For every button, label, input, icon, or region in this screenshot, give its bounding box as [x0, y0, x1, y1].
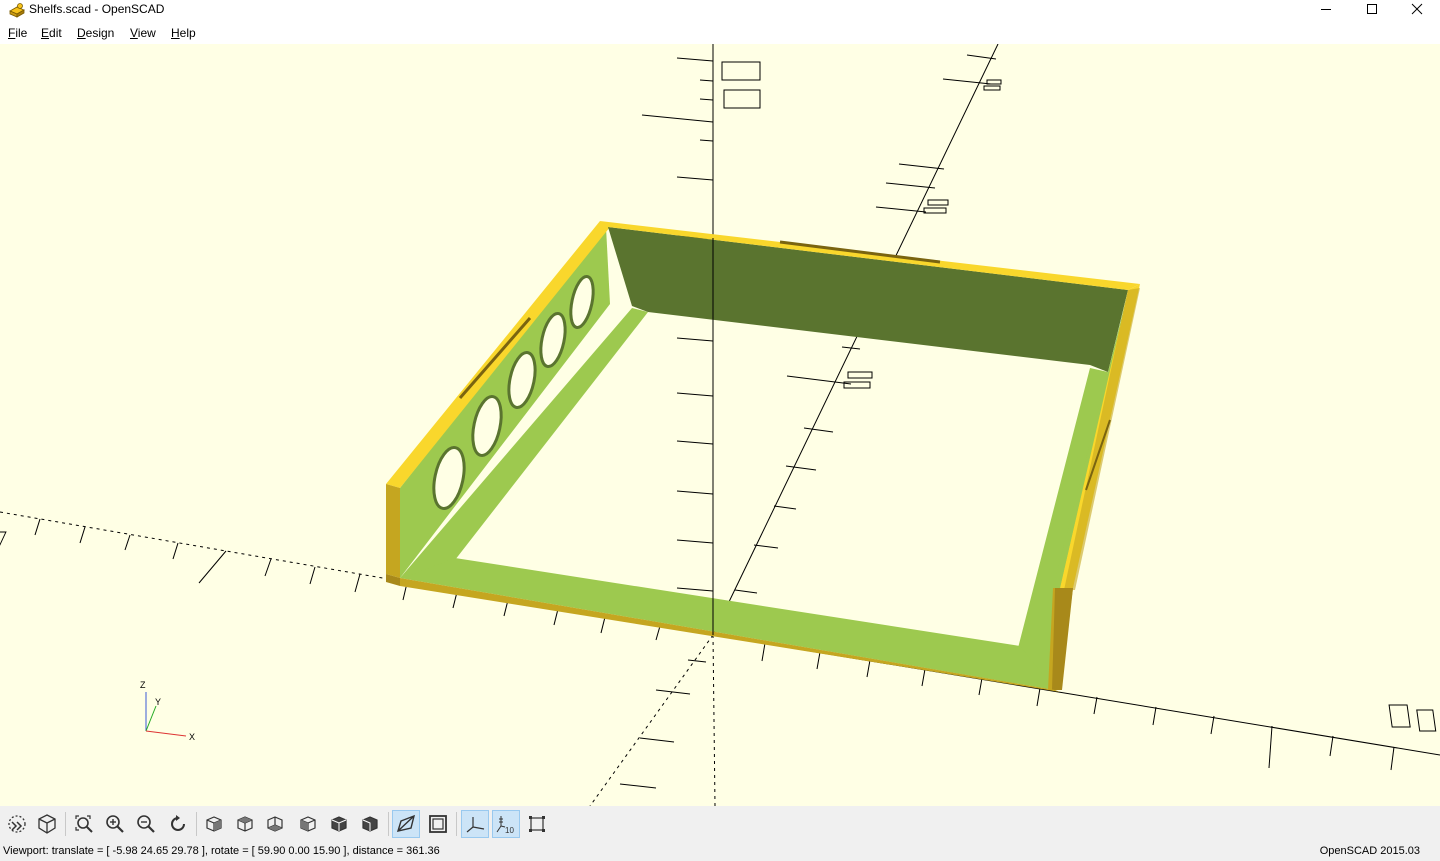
3d-viewport[interactable]: Z Y X [0, 44, 1440, 806]
show-edges-button[interactable] [523, 810, 551, 838]
view-back-icon [362, 816, 378, 832]
orthogonal-icon [429, 815, 447, 833]
axes-icon [466, 817, 485, 833]
toolbar-separator [388, 812, 389, 836]
axis-lines [0, 44, 1440, 806]
menu-help[interactable]: Help [171, 26, 196, 41]
view-right-button[interactable] [200, 810, 228, 838]
view-toolbar: 10 [0, 806, 1440, 842]
toolbar-separator [65, 812, 66, 836]
window-title: Shelfs.scad - OpenSCAD [29, 2, 165, 16]
view-all-icon [75, 815, 93, 833]
perspective-icon [396, 814, 416, 832]
view-all-button[interactable] [70, 810, 98, 838]
scale-ticks [34, 54, 1395, 789]
menu-edit[interactable]: Edit [41, 26, 62, 41]
preview-icon [8, 815, 26, 833]
zoom-out-icon [137, 815, 155, 833]
view-front-button[interactable] [325, 810, 353, 838]
close-button[interactable] [1394, 0, 1440, 18]
menu-view[interactable]: View [130, 26, 156, 41]
view-back-button[interactable] [356, 810, 384, 838]
show-axes-button[interactable] [461, 810, 489, 838]
status-bar: Viewport: translate = [ -5.98 24.65 29.7… [0, 842, 1440, 861]
close-icon [1411, 3, 1423, 15]
scale-markers-icon: 10 [496, 816, 514, 835]
maximize-icon [1367, 4, 1377, 14]
orthogonal-button[interactable] [424, 810, 452, 838]
axis-label-y: Y [155, 697, 161, 707]
openscad-logo-icon [9, 3, 25, 18]
view-left-button[interactable] [294, 810, 322, 838]
reset-view-icon [171, 815, 185, 831]
render-icon [38, 814, 56, 834]
view-bottom-button[interactable] [261, 810, 289, 838]
model-shelf [386, 221, 1140, 692]
zoom-in-button[interactable] [101, 810, 129, 838]
view-top-button[interactable] [231, 810, 259, 838]
title-bar: Shelfs.scad - OpenSCAD [0, 0, 1440, 22]
zoom-out-button[interactable] [132, 810, 160, 838]
preview-button[interactable] [3, 810, 31, 838]
toolbar-separator [196, 812, 197, 836]
axis-label-x: X [189, 732, 195, 742]
menu-design[interactable]: Design [77, 26, 114, 41]
minimize-icon [1321, 9, 1331, 10]
view-top-icon [237, 816, 253, 832]
menu-file[interactable]: File [8, 26, 27, 41]
toolbar-separator [456, 812, 457, 836]
axis-label-z: Z [140, 680, 146, 690]
view-right-icon [206, 816, 222, 832]
zoom-in-icon [106, 815, 124, 833]
view-left-icon [300, 816, 316, 832]
axis-gizmo: Z Y X [140, 680, 195, 742]
minimize-button[interactable] [1303, 0, 1349, 18]
reset-view-button[interactable] [164, 810, 192, 838]
show-scale-button[interactable]: 10 [492, 810, 520, 838]
viewport-status: Viewport: translate = [ -5.98 24.65 29.7… [3, 845, 440, 857]
edges-icon [529, 816, 545, 832]
version-label: OpenSCAD 2015.03 [1319, 845, 1420, 857]
view-front-icon [331, 816, 347, 832]
svg-text:10: 10 [505, 826, 514, 835]
view-bottom-icon [267, 816, 283, 832]
perspective-button[interactable] [392, 810, 420, 838]
maximize-button[interactable] [1349, 0, 1395, 18]
menu-bar: File Edit Design View Help [0, 22, 1440, 44]
render-button[interactable] [33, 810, 61, 838]
viewport-scene: Z Y X [0, 44, 1440, 806]
